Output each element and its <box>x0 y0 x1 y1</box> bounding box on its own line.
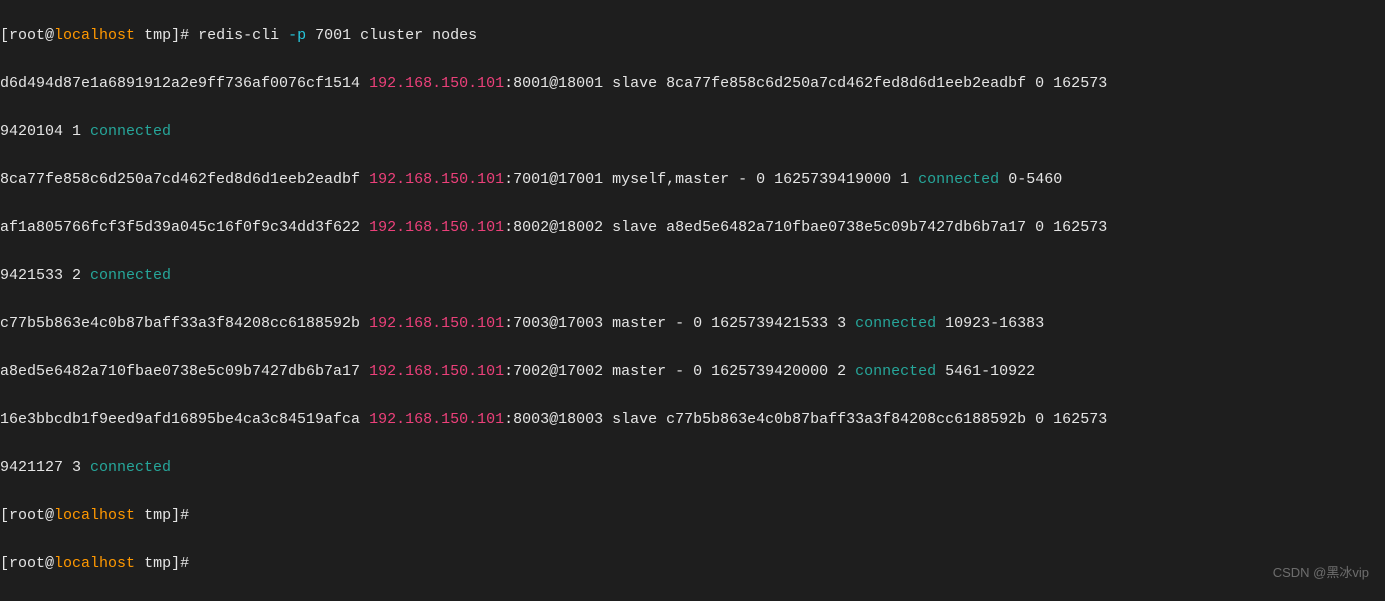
host: localhost <box>54 555 135 572</box>
terminal-line: a8ed5e6482a710fbae0738e5c09b7427db6b7a17… <box>0 360 1385 384</box>
flag: -p <box>288 27 306 44</box>
node-id: af1a805766fcf3f5d39a045c16f0f9c34dd3f622 <box>0 219 369 236</box>
node-id: a8ed5e6482a710fbae0738e5c09b7427db6b7a17 <box>0 363 369 380</box>
node-info: :7003@17003 master - 0 1625739421533 3 <box>504 315 855 332</box>
terminal-line: 16e3bbcdb1f9eed9afd16895be4ca3c84519afca… <box>0 408 1385 432</box>
terminal-window[interactable]: [root@localhost tmp]# redis-cli -p 7001 … <box>0 0 1385 601</box>
node-id: d6d494d87e1a6891912a2e9ff736af0076cf1514 <box>0 75 369 92</box>
status-connected: connected <box>855 315 936 332</box>
path: tmp <box>135 507 171 524</box>
terminal-line: af1a805766fcf3f5d39a045c16f0f9c34dd3f622… <box>0 216 1385 240</box>
ip-address: 192.168.150.101 <box>369 219 504 236</box>
user: root <box>9 27 45 44</box>
terminal-line: [root@localhost tmp]# redis-cli -p 7001 … <box>0 24 1385 48</box>
node-wrap: 9421127 3 <box>0 459 90 476</box>
node-info: :7002@17002 master - 0 1625739420000 2 <box>504 363 855 380</box>
ip-address: 192.168.150.101 <box>369 171 504 188</box>
slots: 0-5460 <box>999 171 1062 188</box>
status-connected: connected <box>90 267 171 284</box>
cmd-text: redis-cli <box>198 27 288 44</box>
slots: 10923-16383 <box>936 315 1044 332</box>
ip-address: 192.168.150.101 <box>369 411 504 428</box>
terminal-line: c77b5b863e4c0b87baff33a3f84208cc6188592b… <box>0 312 1385 336</box>
terminal-line: d6d494d87e1a6891912a2e9ff736af0076cf1514… <box>0 72 1385 96</box>
node-wrap: 9421533 2 <box>0 267 90 284</box>
terminal-line: 9421533 2 connected <box>0 264 1385 288</box>
terminal-line: 9421127 3 connected <box>0 456 1385 480</box>
bracket-close: ]# <box>171 27 198 44</box>
status-connected: connected <box>918 171 999 188</box>
user: root <box>9 507 45 524</box>
terminal-line: 9420104 1 connected <box>0 120 1385 144</box>
ip-address: 192.168.150.101 <box>369 315 504 332</box>
slots: 5461-10922 <box>936 363 1035 380</box>
path: tmp <box>135 555 171 572</box>
terminal-line: [root@localhost tmp]# <box>0 504 1385 528</box>
bracket-close: ]# <box>171 507 198 524</box>
node-id: c77b5b863e4c0b87baff33a3f84208cc6188592b <box>0 315 369 332</box>
status-connected: connected <box>90 123 171 140</box>
ip-address: 192.168.150.101 <box>369 75 504 92</box>
cmd-text: 7001 cluster nodes <box>306 27 477 44</box>
bracket: [ <box>0 507 9 524</box>
bracket: [ <box>0 27 9 44</box>
bracket: [ <box>0 555 9 572</box>
host: localhost <box>54 507 135 524</box>
terminal-line: [root@localhost tmp]# <box>0 552 1385 576</box>
at: @ <box>45 507 54 524</box>
at: @ <box>45 555 54 572</box>
bracket-close: ]# <box>171 555 198 572</box>
node-info: :8001@18001 slave 8ca77fe858c6d250a7cd46… <box>504 75 1107 92</box>
host: localhost <box>54 27 135 44</box>
user: root <box>9 555 45 572</box>
at: @ <box>45 27 54 44</box>
node-info: :8002@18002 slave a8ed5e6482a710fbae0738… <box>504 219 1107 236</box>
terminal-line: 8ca77fe858c6d250a7cd462fed8d6d1eeb2eadbf… <box>0 168 1385 192</box>
ip-address: 192.168.150.101 <box>369 363 504 380</box>
status-connected: connected <box>90 459 171 476</box>
node-wrap: 9420104 1 <box>0 123 90 140</box>
node-id: 16e3bbcdb1f9eed9afd16895be4ca3c84519afca <box>0 411 369 428</box>
path: tmp <box>135 27 171 44</box>
node-id: 8ca77fe858c6d250a7cd462fed8d6d1eeb2eadbf <box>0 171 369 188</box>
node-info: :8003@18003 slave c77b5b863e4c0b87baff33… <box>504 411 1107 428</box>
node-info: :7001@17001 myself,master - 0 1625739419… <box>504 171 918 188</box>
status-connected: connected <box>855 363 936 380</box>
watermark-text: CSDN @黑冰vip <box>1273 561 1369 585</box>
